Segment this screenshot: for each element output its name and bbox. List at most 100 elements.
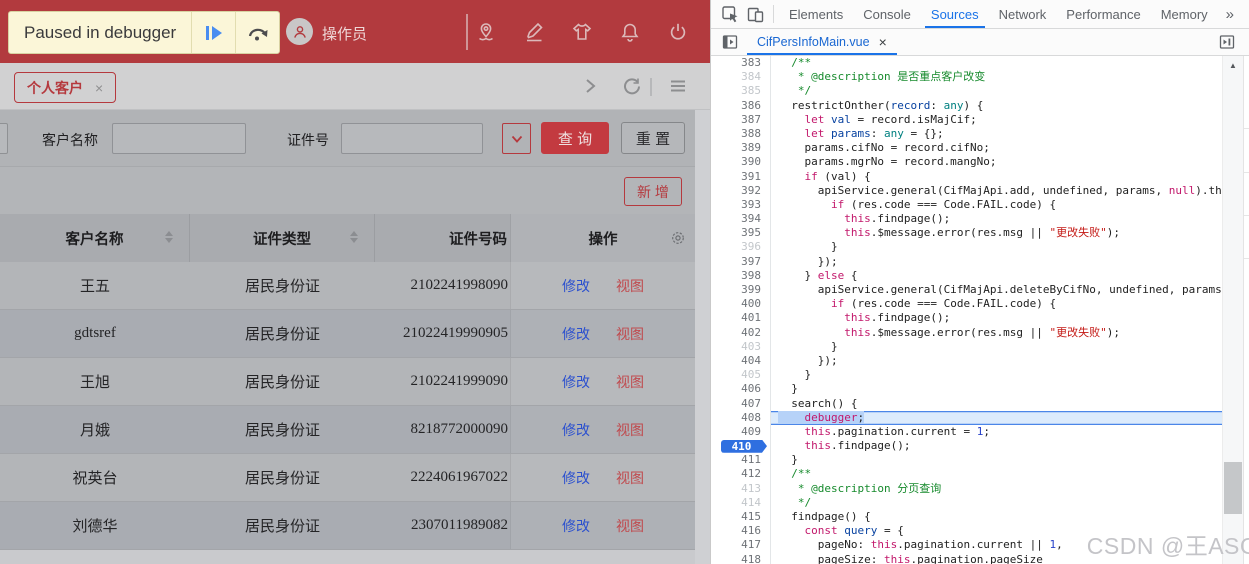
- location-icon[interactable]: [474, 20, 498, 44]
- device-toolbar-icon[interactable]: [747, 6, 764, 23]
- edit-link[interactable]: 修改: [562, 276, 590, 296]
- edit-link[interactable]: 修改: [562, 372, 590, 392]
- line-number[interactable]: 414: [711, 496, 771, 510]
- line-number[interactable]: 408: [711, 411, 771, 425]
- line-number[interactable]: 392: [711, 184, 771, 198]
- bell-icon[interactable]: [618, 20, 642, 44]
- gear-icon[interactable]: [670, 230, 686, 246]
- line-number-paused[interactable]: 410: [711, 439, 771, 453]
- line-number[interactable]: 400: [711, 297, 771, 311]
- view-link[interactable]: 视图: [616, 372, 644, 392]
- file-tab-close-icon[interactable]: ×: [879, 34, 887, 50]
- line-number[interactable]: 386: [711, 99, 771, 113]
- line-number[interactable]: 413: [711, 482, 771, 496]
- code-text: restrictOnther(record: any) {: [771, 99, 1222, 113]
- devtools-tab-elements[interactable]: Elements: [779, 0, 853, 28]
- devtools-tab-network[interactable]: Network: [989, 0, 1057, 28]
- view-link[interactable]: 视图: [616, 324, 644, 344]
- devtools-tab-sources[interactable]: Sources: [921, 0, 989, 28]
- line-number[interactable]: 406: [711, 382, 771, 396]
- pen-icon[interactable]: [522, 20, 546, 44]
- code-line: 395 this.$message.error(res.msg || "更改失败…: [711, 226, 1222, 240]
- line-number[interactable]: 418: [711, 553, 771, 564]
- scroll-up-arrow-icon[interactable]: ▲: [1223, 61, 1243, 70]
- edit-link[interactable]: 修改: [562, 516, 590, 536]
- more-tabs-icon[interactable]: »: [1218, 6, 1242, 23]
- tshirt-icon[interactable]: [570, 20, 594, 44]
- line-number[interactable]: 398: [711, 269, 771, 283]
- user-avatar[interactable]: [286, 18, 313, 45]
- scrollbar-thumb[interactable]: [1224, 462, 1242, 514]
- devtools-tab-performance[interactable]: Performance: [1056, 0, 1150, 28]
- edit-link[interactable]: 修改: [562, 324, 590, 344]
- code-line: 402 this.$message.error(res.msg || "更改失败…: [711, 326, 1222, 340]
- clipped-input-edge[interactable]: [0, 123, 8, 154]
- add-button[interactable]: 新 增: [624, 177, 682, 206]
- show-debugger-panel-icon[interactable]: [1219, 34, 1236, 51]
- view-link[interactable]: 视图: [616, 468, 644, 488]
- view-link[interactable]: 视图: [616, 516, 644, 536]
- line-number[interactable]: 399: [711, 283, 771, 297]
- sort-icon[interactable]: [350, 231, 358, 243]
- line-number[interactable]: 404: [711, 354, 771, 368]
- line-number[interactable]: 412: [711, 467, 771, 481]
- power-icon[interactable]: [666, 20, 690, 44]
- customer-name-label: 客户名称: [42, 130, 98, 150]
- search-button[interactable]: 查 询: [541, 122, 609, 154]
- code-line: 408 debugger;: [711, 411, 1222, 425]
- resume-script-button[interactable]: [191, 12, 235, 53]
- view-link[interactable]: 视图: [616, 276, 644, 296]
- line-number[interactable]: 394: [711, 212, 771, 226]
- code-line: 383 /**: [711, 56, 1222, 70]
- code-text: this.findpage();: [771, 212, 1222, 226]
- code-scrollbar[interactable]: ▲: [1222, 56, 1243, 564]
- menu-icon[interactable]: [668, 76, 688, 96]
- view-link[interactable]: 视图: [616, 420, 644, 440]
- expand-filters-button[interactable]: [502, 123, 531, 154]
- line-number[interactable]: 417: [711, 538, 771, 552]
- column-header-name[interactable]: 客户名称: [0, 214, 190, 262]
- line-number[interactable]: 409: [711, 425, 771, 439]
- line-number[interactable]: 396: [711, 240, 771, 254]
- line-number[interactable]: 402: [711, 326, 771, 340]
- chevron-right-icon[interactable]: [580, 76, 600, 96]
- tab-personal-customer[interactable]: 个人客户 ×: [14, 72, 116, 103]
- code-line: 388 let params: any = {};: [711, 127, 1222, 141]
- cell-customer-name: 刘德华: [0, 502, 190, 549]
- inspect-element-icon[interactable]: [722, 6, 739, 23]
- show-navigator-icon[interactable]: [722, 34, 739, 51]
- line-number[interactable]: 390: [711, 155, 771, 169]
- line-number[interactable]: 387: [711, 113, 771, 127]
- refresh-icon[interactable]: [622, 76, 642, 96]
- reset-button[interactable]: 重 置: [621, 122, 685, 154]
- id-number-input[interactable]: [341, 123, 483, 154]
- line-number[interactable]: 395: [711, 226, 771, 240]
- edit-link[interactable]: 修改: [562, 420, 590, 440]
- devtools-tab-memory[interactable]: Memory: [1151, 0, 1218, 28]
- line-number[interactable]: 389: [711, 141, 771, 155]
- file-tab-cifpersinfomain[interactable]: CifPersInfoMain.vue ×: [747, 29, 897, 55]
- line-number[interactable]: 415: [711, 510, 771, 524]
- line-number[interactable]: 383: [711, 56, 771, 70]
- line-number[interactable]: 388: [711, 127, 771, 141]
- tab-close-icon[interactable]: ×: [95, 80, 103, 96]
- step-over-button[interactable]: [235, 12, 279, 53]
- line-number[interactable]: 403: [711, 340, 771, 354]
- line-number[interactable]: 385: [711, 84, 771, 98]
- devtools-tab-console[interactable]: Console: [853, 0, 921, 28]
- source-code-editor[interactable]: 383 /**384 * @description 是否重点客户改变385 */…: [711, 56, 1222, 564]
- code-text: apiService.general(CifMajApi.add, undefi…: [771, 184, 1222, 198]
- line-number[interactable]: 393: [711, 198, 771, 212]
- edit-link[interactable]: 修改: [562, 468, 590, 488]
- line-number[interactable]: 401: [711, 311, 771, 325]
- customer-name-input[interactable]: [112, 123, 246, 154]
- line-number[interactable]: 384: [711, 70, 771, 84]
- line-number[interactable]: 411: [711, 453, 771, 467]
- column-header-id-type[interactable]: 证件类型: [190, 214, 375, 262]
- sort-icon[interactable]: [165, 231, 173, 243]
- line-number[interactable]: 407: [711, 397, 771, 411]
- line-number[interactable]: 397: [711, 255, 771, 269]
- line-number[interactable]: 391: [711, 170, 771, 184]
- line-number[interactable]: 405: [711, 368, 771, 382]
- line-number[interactable]: 416: [711, 524, 771, 538]
